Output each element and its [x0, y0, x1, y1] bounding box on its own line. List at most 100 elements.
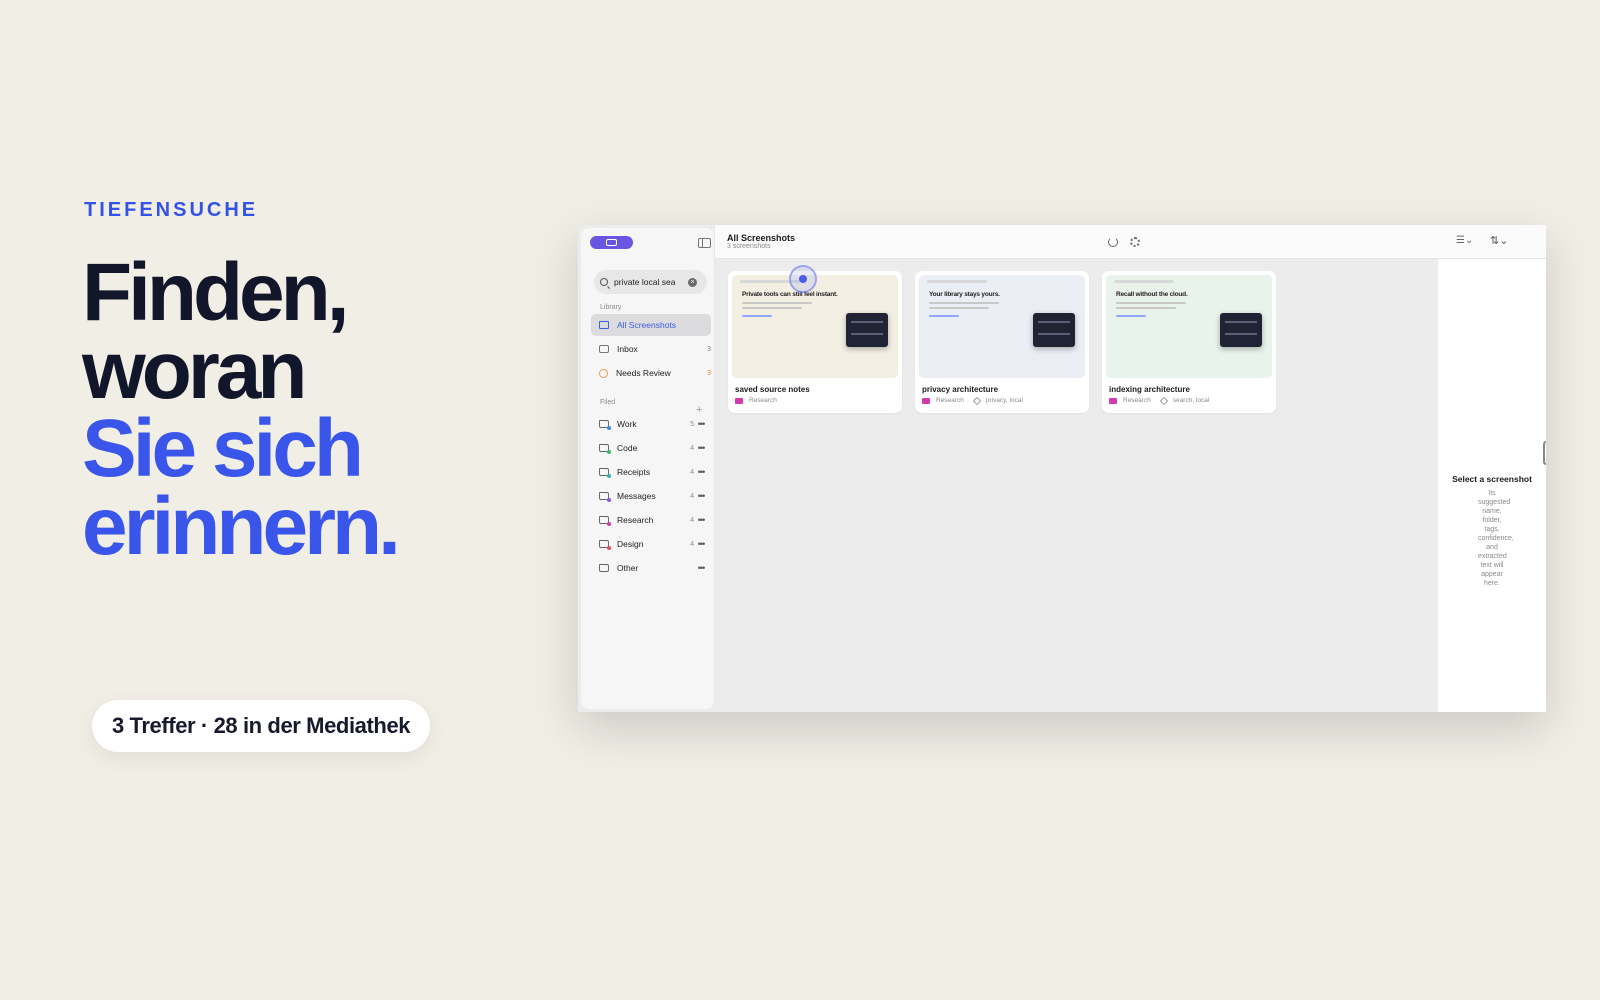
tag-icon: [972, 396, 982, 405]
card-tags: search, local: [1172, 397, 1210, 404]
folder-icon: [599, 420, 611, 430]
sidebar-item-label: All Screenshots: [617, 320, 677, 330]
folder-icon: [922, 397, 930, 404]
tag-icon: [1159, 396, 1169, 405]
sidebar-folder-other[interactable]: Other •••: [591, 557, 711, 579]
app-window: × Library All Screenshots Inbox 3 Needs …: [578, 225, 1546, 712]
card-name: privacy architecture: [922, 385, 999, 394]
clear-search-icon[interactable]: ×: [688, 277, 697, 287]
sidebar-toggle-icon[interactable]: [698, 238, 711, 248]
folder-icon: [735, 397, 743, 404]
folder-icon: [599, 540, 611, 550]
folder-icon: [599, 468, 611, 478]
folder-label: Code: [617, 443, 638, 453]
inspector-description: Its suggested name, folder, tags, confid…: [1478, 490, 1514, 587]
sidebar-folder-messages[interactable]: Messages 4 •••: [591, 485, 711, 507]
folder-label: Messages: [617, 491, 656, 501]
sidebar-item-needs-review[interactable]: Needs Review 3: [591, 362, 711, 384]
card-meta: Research: [735, 397, 777, 404]
tray-icon: [599, 345, 609, 353]
search-icon: [600, 278, 608, 286]
card-name: indexing architecture: [1109, 385, 1190, 394]
folder-count: 4: [690, 492, 694, 500]
sort-icon[interactable]: ⇅⌄: [1490, 234, 1508, 247]
folder-count: 5: [690, 420, 694, 428]
card-tags: privacy, local: [985, 397, 1023, 404]
sidebar-folder-research[interactable]: Research 4 •••: [591, 509, 711, 531]
more-options-icon[interactable]: •••: [694, 515, 708, 525]
headline-line-4: erinnern.: [82, 481, 401, 572]
gear-icon[interactable]: [1130, 237, 1140, 247]
library-section-label: Library: [600, 304, 622, 311]
card-name: saved source notes: [735, 385, 810, 394]
sidebar-folder-code[interactable]: Code 4 •••: [591, 437, 711, 459]
sidebar-item-inbox[interactable]: Inbox 3: [591, 338, 711, 360]
card-folder: Research: [936, 397, 964, 404]
image-placeholder-icon: [1543, 441, 1546, 465]
more-options-icon[interactable]: •••: [694, 539, 708, 549]
folder-icon: [1109, 397, 1117, 404]
folder-label: Work: [617, 419, 637, 429]
more-options-icon[interactable]: •••: [694, 467, 708, 477]
view-subtitle: 3 screenshots: [727, 243, 771, 250]
grid-icon: [599, 321, 609, 329]
folder-label: Other: [617, 563, 639, 573]
more-options-icon[interactable]: •••: [694, 563, 708, 573]
screenshot-card[interactable]: Recall without the cloud. indexing archi…: [1102, 271, 1276, 413]
sidebar-folder-receipts[interactable]: Receipts 4 •••: [591, 461, 711, 483]
filed-section-label: Filed: [600, 399, 616, 406]
view-title: All Screenshots: [727, 233, 796, 243]
card-folder: Research: [1123, 397, 1151, 404]
headline-line-2: woran: [82, 325, 307, 416]
more-options-icon[interactable]: •••: [694, 419, 708, 429]
more-options-icon[interactable]: •••: [694, 443, 708, 453]
results-pill: 3 Treffer · 28 in der Mediathek: [92, 700, 431, 752]
folder-label: Design: [617, 539, 644, 549]
folder-count: 4: [690, 444, 694, 452]
card-thumbnail: Your library stays yours.: [919, 275, 1085, 378]
card-thumbnail: Private tools can still feel instant.: [732, 275, 898, 378]
eyebrow-label: TIEFENSUCHE: [84, 199, 259, 221]
toolbar: All Screenshots 3 screenshots ☰⌄ ⇅⌄: [715, 225, 1546, 259]
sidebar-folder-design[interactable]: Design 4 •••: [591, 533, 711, 555]
search-field[interactable]: ×: [594, 270, 707, 294]
app-badge[interactable]: [590, 236, 633, 249]
search-input[interactable]: [614, 277, 686, 287]
card-folder: Research: [749, 397, 777, 404]
main-content: All Screenshots 3 screenshots ☰⌄ ⇅⌄ Priv…: [715, 225, 1546, 712]
sidebar-item-all-screenshots[interactable]: All Screenshots: [591, 314, 711, 336]
thumbnail-headline: Your library stays yours.: [929, 291, 1000, 298]
folder-icon: [599, 492, 611, 502]
thumbnail-headline: Private tools can still feel instant.: [742, 291, 838, 298]
headline-line-1: Finden,: [82, 247, 350, 338]
folder-icon: [599, 444, 611, 454]
more-options-icon[interactable]: •••: [694, 491, 708, 501]
folder-label: Receipts: [617, 467, 651, 477]
headline: Finden, woran Sie sich erinnern.: [82, 247, 522, 572]
item-count: 3: [707, 345, 711, 353]
folder-label: Research: [617, 515, 654, 525]
folder-icon: [599, 516, 611, 526]
warning-icon: [599, 368, 608, 378]
sidebar-item-label: Inbox: [617, 344, 638, 354]
screenshot-card[interactable]: Your library stays yours. privacy archit…: [915, 271, 1089, 413]
inspector-panel: Select a screenshot Its suggested name, …: [1438, 259, 1546, 712]
folder-count: 4: [690, 468, 694, 476]
screen-icon: [606, 239, 617, 246]
thumbnail-headline: Recall without the cloud.: [1116, 291, 1188, 298]
card-thumbnail: Recall without the cloud.: [1106, 275, 1272, 378]
click-indicator: [789, 265, 817, 293]
headline-line-3: Sie sich: [82, 403, 364, 494]
card-meta: Research privacy, local: [922, 396, 1023, 405]
screenshot-card[interactable]: Private tools can still feel instant. sa…: [728, 271, 902, 413]
card-meta: Research search, local: [1109, 396, 1210, 405]
inspector-title: Select a screenshot: [1452, 474, 1532, 484]
folder-count: 4: [690, 540, 694, 548]
filter-icon[interactable]: ☰⌄: [1456, 235, 1473, 246]
item-count: 3: [707, 369, 711, 377]
folder-icon: [599, 564, 609, 572]
sidebar-folder-work[interactable]: Work 5 •••: [591, 413, 711, 435]
refresh-icon[interactable]: [1108, 237, 1118, 247]
folder-count: 4: [690, 516, 694, 524]
sidebar-item-label: Needs Review: [616, 368, 671, 378]
